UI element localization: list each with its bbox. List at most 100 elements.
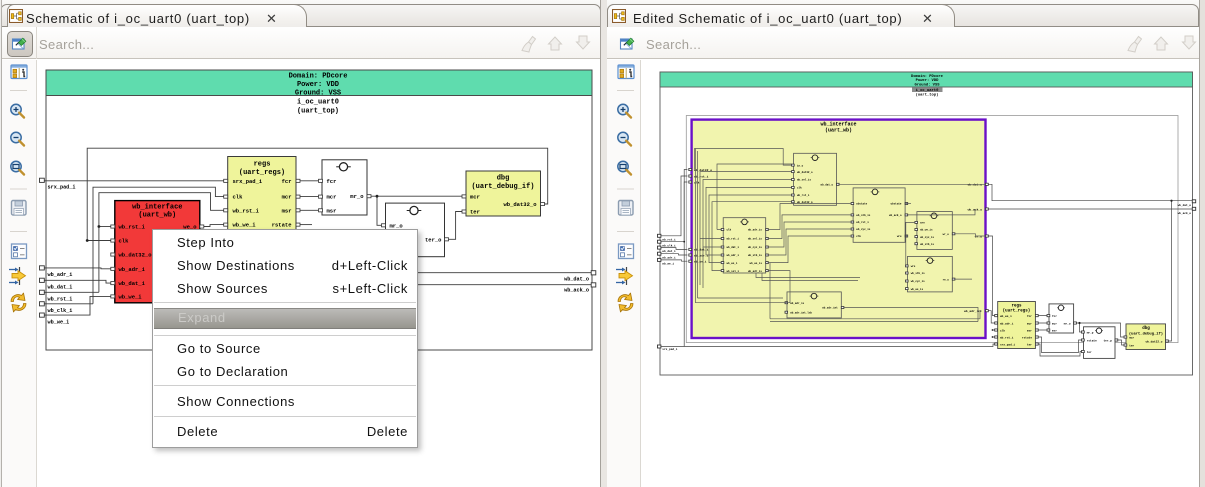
svg-text:wb_clk_i: wb_clk_i xyxy=(662,243,676,247)
svg-text:i_oc_uart0: i_oc_uart0 xyxy=(916,88,940,93)
svg-text:ter: ter xyxy=(1087,351,1092,354)
svg-text:mr_o: mr_o xyxy=(1064,322,1071,325)
svg-text:wb_we_i: wb_we_i xyxy=(48,319,70,325)
svg-text:fcr: fcr xyxy=(327,178,337,185)
svg-text:wb_adr_i: wb_adr_i xyxy=(119,266,146,273)
svg-text:wb_cyc_is: wb_cyc_is xyxy=(856,227,870,231)
svg-text:wb_interface: wb_interface xyxy=(132,204,182,212)
svg-text:wb_we_i: wb_we_i xyxy=(233,222,257,229)
svg-text:wb_sel_is: wb_sel_is xyxy=(748,237,762,241)
svg-text:wb_adr_i: wb_adr_i xyxy=(727,253,740,257)
svg-text:wb_rst_i: wb_rst_i xyxy=(233,207,260,214)
svg-text:wb_dat_o: wb_dat_o xyxy=(1178,203,1192,207)
svg-text:mr_o: mr_o xyxy=(350,193,364,200)
svg-text:mr_p: mr_p xyxy=(1087,331,1094,334)
svg-text:wb_adr_i: wb_adr_i xyxy=(662,255,676,259)
svg-text:srx_pad_i: srx_pad_i xyxy=(662,347,677,351)
svg-text:mcr: mcr xyxy=(327,194,337,201)
svg-text:rstate: rstate xyxy=(272,222,293,229)
svg-text:wb_cyc_is: wb_cyc_is xyxy=(911,279,925,283)
svg-text:wb_ack_o: wb_ack_o xyxy=(564,287,589,293)
svg-text:wb_cyc_is: wb_cyc_is xyxy=(920,235,934,239)
svg-text:wb_clk_i: wb_clk_i xyxy=(48,308,73,314)
svg-text:wb_rst_i: wb_rst_i xyxy=(48,297,73,303)
svg-text:clk: clk xyxy=(727,228,732,232)
svg-text:clk: clk xyxy=(1000,328,1005,332)
svg-text:ter: ter xyxy=(470,209,480,216)
svg-text:wb_sel_i: wb_sel_i xyxy=(727,269,740,273)
svg-text:fcr: fcr xyxy=(1027,314,1032,318)
svg-text:wb_adr_int: wb_adr_int xyxy=(964,309,982,313)
svg-text:wre: wre xyxy=(911,265,916,268)
svg-text:wb_we_i: wb_we_i xyxy=(119,293,143,300)
svg-text:wb_dat32_o: wb_dat32_o xyxy=(797,170,813,174)
svg-text:wb_we_is: wb_we_is xyxy=(750,261,763,265)
svg-text:Ground: VSS: Ground: VSS xyxy=(914,83,940,88)
svg-text:wb_stb_is: wb_stb_is xyxy=(856,213,870,217)
svg-text:wb_rst_i: wb_rst_i xyxy=(1000,335,1014,339)
svg-text:wre: wre xyxy=(920,222,925,225)
svg-text:wb_dat_i: wb_dat_i xyxy=(694,248,709,252)
svg-text:regs: regs xyxy=(254,161,271,169)
svg-text:wb_stb_is: wb_stb_is xyxy=(920,242,934,246)
svg-text:Domain: PDcore: Domain: PDcore xyxy=(289,72,348,80)
svg-text:srx_pad_i: srx_pad_i xyxy=(1000,342,1015,346)
svg-text:clk: clk xyxy=(694,180,700,184)
svg-text:wb_dat_i: wb_dat_i xyxy=(48,285,73,291)
svg-text:fcr: fcr xyxy=(282,178,292,185)
svg-text:msr: msr xyxy=(282,207,292,214)
svg-text:wb_rst_i: wb_rst_i xyxy=(662,237,676,241)
svg-text:mcr: mcr xyxy=(282,194,292,201)
svg-text:wb_we_is: wb_we_is xyxy=(911,287,924,291)
svg-text:in_o: in_o xyxy=(797,163,804,167)
svg-text:wb_dat32_o: wb_dat32_o xyxy=(503,201,537,208)
svg-text:srx_pad_i: srx_pad_i xyxy=(48,185,76,191)
svg-text:Domain: PDcore: Domain: PDcore xyxy=(911,74,944,79)
svg-text:clk: clk xyxy=(119,238,130,245)
svg-text:i_oc_uart0: i_oc_uart0 xyxy=(297,99,339,107)
svg-text:ter_o: ter_o xyxy=(425,236,442,243)
svg-text:wb_rst_i: wb_rst_i xyxy=(856,220,869,224)
svg-text:wb_dat_o: wb_dat_o xyxy=(821,183,834,187)
svg-text:wb_adr_is: wb_adr_is xyxy=(748,269,762,273)
svg-text:dbg: dbg xyxy=(497,175,510,183)
svg-text:re_o: re_o xyxy=(943,278,950,281)
svg-text:wb_rst_i: wb_rst_i xyxy=(694,174,709,178)
svg-text:wb_dat32_o: wb_dat32_o xyxy=(119,252,153,259)
svg-text:clk: clk xyxy=(856,234,861,238)
svg-text:wb_rst_i: wb_rst_i xyxy=(727,237,740,241)
svg-text:(uart_top): (uart_top) xyxy=(916,93,939,98)
svg-text:mcr: mcr xyxy=(1027,322,1032,325)
svg-text:mcr: mcr xyxy=(1052,322,1057,325)
svg-text:msr: msr xyxy=(1027,329,1032,332)
svg-text:wb_dat32_o: wb_dat32_o xyxy=(1146,339,1163,343)
svg-text:wb_dat32_o: wb_dat32_o xyxy=(694,168,712,172)
svg-text:wb_rst_i: wb_rst_i xyxy=(119,224,146,231)
svg-text:mcr: mcr xyxy=(1129,336,1134,339)
svg-text:wb_adr_is: wb_adr_is xyxy=(748,228,762,232)
svg-text:wb_adr_int: wb_adr_int xyxy=(822,306,838,310)
svg-text:(uart_wb): (uart_wb) xyxy=(138,212,176,220)
svg-text:clk: clk xyxy=(797,186,802,190)
svg-text:wb_sel_is: wb_sel_is xyxy=(797,178,811,182)
svg-text:(uart_wb): (uart_wb) xyxy=(825,128,852,134)
svg-text:Ground: VSS: Ground: VSS xyxy=(295,90,341,98)
svg-text:wb_adr_int_lsb: wb_adr_int_lsb xyxy=(790,310,812,314)
svg-text:wb_we_i: wb_we_i xyxy=(1000,314,1012,318)
svg-text:regs: regs xyxy=(1011,305,1022,309)
svg-text:wb_we_i: wb_we_i xyxy=(662,262,674,266)
svg-text:wb_dat_o: wb_dat_o xyxy=(564,277,589,283)
svg-text:wb_dat_i: wb_dat_i xyxy=(727,245,740,249)
svg-text:ter: ter xyxy=(1129,344,1134,347)
svg-text:wre: wre xyxy=(897,235,902,238)
svg-text:wbstate: wbstate xyxy=(891,202,902,206)
svg-text:wb_stb_is: wb_stb_is xyxy=(748,253,762,257)
svg-text:rstate: rstate xyxy=(1022,336,1032,339)
svg-text:clk: clk xyxy=(233,194,244,201)
svg-text:(uart_regs): (uart_regs) xyxy=(1003,309,1031,314)
svg-text:Power: VDD: Power: VDD xyxy=(916,78,940,83)
svg-text:wb_we_i: wb_we_i xyxy=(727,261,738,265)
svg-text:(uart_debug_if): (uart_debug_if) xyxy=(471,183,534,191)
svg-text:(uart_regs): (uart_regs) xyxy=(239,169,285,177)
svg-text:wb_dat_i: wb_dat_i xyxy=(119,280,146,287)
